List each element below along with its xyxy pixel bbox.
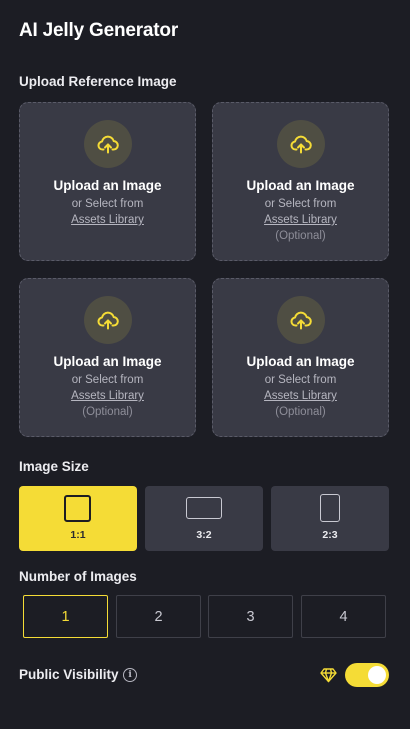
- image-size-selector: 1:1 3:2 2:3: [19, 486, 389, 551]
- size-option-label: 3:2: [196, 529, 212, 541]
- optional-label: (Optional): [275, 230, 326, 242]
- upload-box-4[interactable]: Upload an Image or Select from Assets Li…: [212, 278, 389, 437]
- upload-box-1[interactable]: Upload an Image or Select from Assets Li…: [19, 102, 196, 261]
- upload-cloud-icon: [277, 120, 325, 168]
- upload-subtitle: or Select from: [71, 374, 144, 386]
- upload-grid: Upload an Image or Select from Assets Li…: [19, 102, 389, 438]
- count-option-2[interactable]: 2: [116, 595, 201, 638]
- count-option-3[interactable]: 3: [208, 595, 293, 638]
- page-title: AI Jelly Generator: [19, 20, 179, 41]
- info-icon[interactable]: i: [123, 668, 137, 682]
- assets-library-link[interactable]: Assets Library: [20, 214, 195, 226]
- upload-title: Upload an Image: [53, 354, 162, 369]
- upload-section-label: Upload Reference Image: [19, 74, 177, 89]
- upload-box-3[interactable]: Upload an Image or Select from Assets Li…: [19, 278, 196, 437]
- size-option-label: 1:1: [70, 529, 86, 541]
- upload-title: Upload an Image: [246, 354, 355, 369]
- image-count-selector: 1 2 3 4: [23, 595, 386, 638]
- diamond-icon: [320, 667, 337, 683]
- number-of-images-label: Number of Images: [19, 569, 137, 584]
- assets-library-link[interactable]: Assets Library: [213, 390, 388, 402]
- upload-box-2[interactable]: Upload an Image or Select from Assets Li…: [212, 102, 389, 261]
- image-size-label: Image Size: [19, 459, 89, 474]
- landscape-ratio-icon: [186, 497, 222, 519]
- size-option-label: 2:3: [322, 529, 338, 541]
- upload-cloud-icon: [84, 120, 132, 168]
- upload-cloud-icon: [277, 296, 325, 344]
- assets-library-link[interactable]: Assets Library: [213, 214, 388, 226]
- toggle-knob: [368, 666, 386, 684]
- square-ratio-icon: [64, 495, 91, 522]
- upload-title: Upload an Image: [53, 178, 162, 193]
- portrait-ratio-icon: [320, 494, 340, 522]
- upload-cloud-icon: [84, 296, 132, 344]
- count-option-1[interactable]: 1: [23, 595, 108, 638]
- optional-label: (Optional): [275, 406, 326, 418]
- public-visibility-toggle[interactable]: [345, 663, 389, 687]
- upload-subtitle: or Select from: [264, 198, 337, 210]
- upload-subtitle: or Select from: [264, 374, 337, 386]
- upload-title: Upload an Image: [246, 178, 355, 193]
- upload-subtitle: or Select from: [71, 198, 144, 210]
- public-visibility-label: Public Visibility: [19, 667, 119, 682]
- size-option-2-3[interactable]: 2:3: [271, 486, 389, 551]
- optional-label: (Optional): [82, 406, 133, 418]
- size-option-1-1[interactable]: 1:1: [19, 486, 137, 551]
- count-option-4[interactable]: 4: [301, 595, 386, 638]
- size-option-3-2[interactable]: 3:2: [145, 486, 263, 551]
- assets-library-link[interactable]: Assets Library: [20, 390, 195, 402]
